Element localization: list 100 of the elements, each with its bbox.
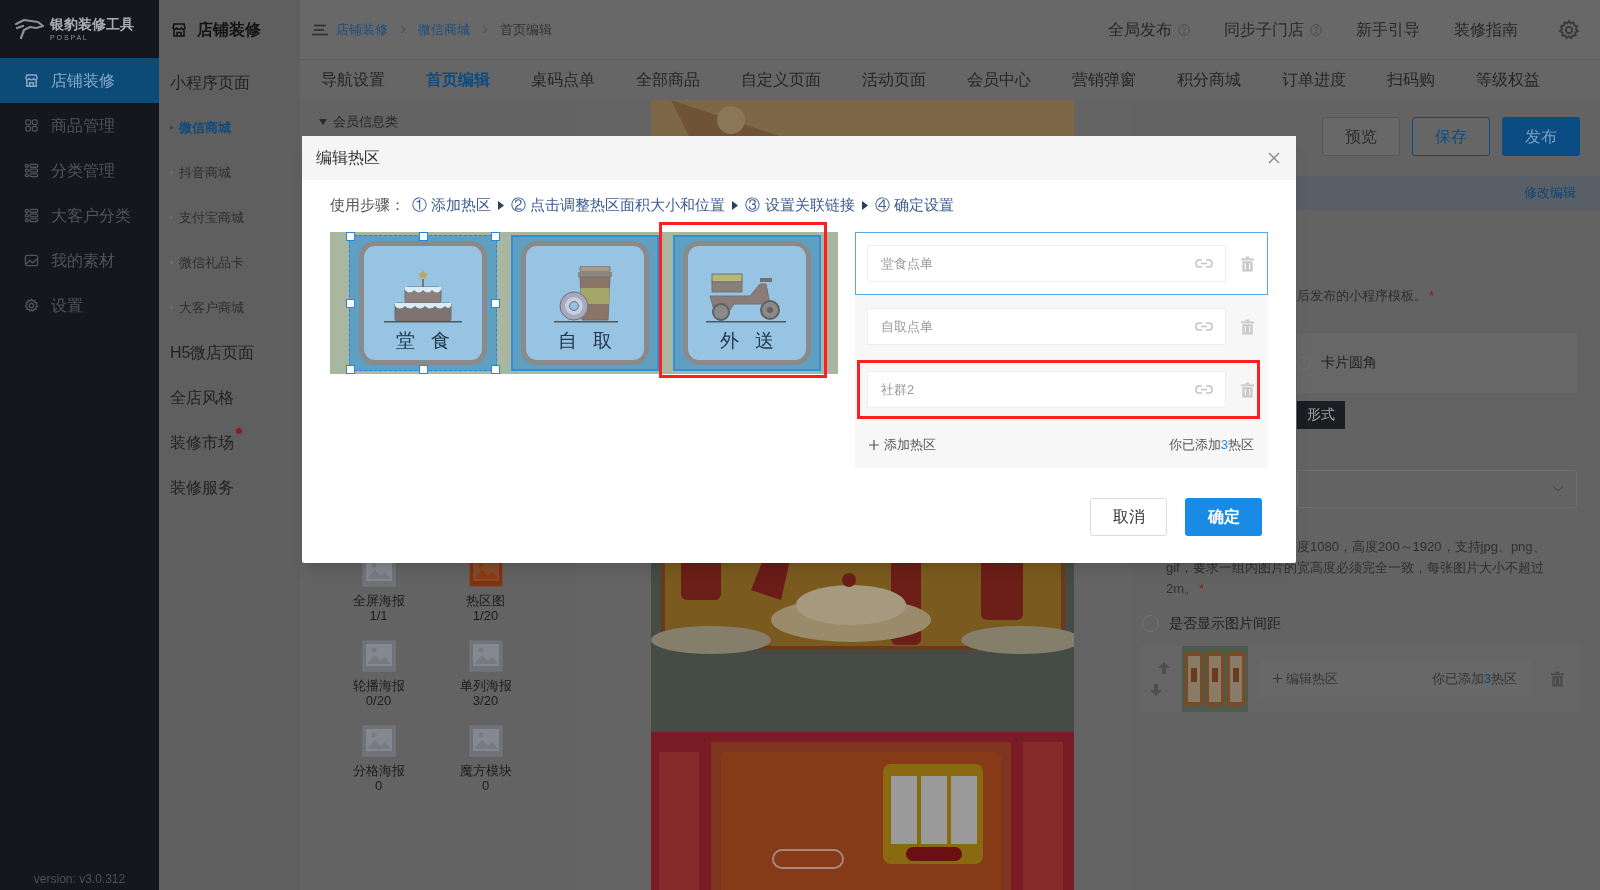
link-icon bbox=[1195, 385, 1213, 394]
step-text: ① 添加热区 bbox=[412, 194, 492, 215]
steps-label: 使用步骤： bbox=[330, 194, 405, 215]
option-label: 卡片圆角 bbox=[1321, 353, 1377, 372]
toolbar-button[interactable]: 发布 bbox=[1502, 117, 1580, 156]
component-name: 魔方模块 bbox=[459, 763, 512, 778]
component-count: 0/20 bbox=[365, 693, 392, 708]
component-count: 0 bbox=[374, 778, 383, 793]
dialog-button[interactable]: 确定 bbox=[1185, 498, 1262, 536]
store-icon bbox=[24, 73, 39, 88]
down-arrow-icon[interactable] bbox=[1150, 683, 1162, 696]
resize-handle[interactable] bbox=[346, 232, 355, 241]
trash-icon[interactable] bbox=[1551, 670, 1564, 687]
dropdown-field[interactable] bbox=[1297, 469, 1577, 508]
resize-handle[interactable] bbox=[346, 299, 355, 308]
resize-handle[interactable] bbox=[491, 232, 500, 241]
resize-handle[interactable] bbox=[491, 365, 500, 374]
link-icon bbox=[1195, 322, 1213, 331]
tab[interactable]: 扫码购 bbox=[1387, 68, 1435, 92]
tile-label: 堂 食 bbox=[396, 330, 450, 352]
header-link[interactable]: 全局发布 bbox=[1108, 17, 1172, 42]
hotspot-area[interactable]: 堂 食 bbox=[349, 235, 497, 371]
tab[interactable]: 积分商城 bbox=[1177, 68, 1241, 92]
subnav-item[interactable]: 小程序页面 bbox=[170, 70, 250, 95]
component-count: 1/1 bbox=[369, 608, 388, 623]
component-name: 单列海报 bbox=[459, 678, 512, 693]
component-count: 0 bbox=[481, 778, 490, 793]
tab[interactable]: 自定义页面 bbox=[741, 68, 821, 92]
plus-icon[interactable] bbox=[1273, 674, 1282, 683]
resize-handle[interactable] bbox=[419, 232, 428, 241]
tab[interactable]: 活动页面 bbox=[862, 68, 926, 92]
trash-icon[interactable] bbox=[1241, 255, 1254, 272]
resize-handle[interactable] bbox=[419, 365, 428, 374]
trash-icon[interactable] bbox=[1241, 381, 1254, 398]
sidebar-item[interactable]: 店铺装修 bbox=[0, 58, 159, 103]
section-title: 店铺装修 bbox=[197, 20, 261, 40]
up-arrow-icon[interactable] bbox=[1158, 661, 1170, 674]
subnav-item[interactable]: 装修市场 bbox=[170, 430, 234, 455]
tab[interactable]: 营销弹窗 bbox=[1072, 68, 1136, 92]
bullet-icon bbox=[170, 126, 173, 129]
sidebar-item[interactable]: 商品管理 bbox=[0, 103, 159, 148]
edit-link[interactable]: 修改编辑 bbox=[1524, 183, 1576, 203]
grid-icon bbox=[24, 118, 39, 133]
link-icon bbox=[1195, 259, 1213, 268]
sidebar-item[interactable]: 我的素材 bbox=[0, 238, 159, 283]
settings-icon bbox=[24, 298, 39, 313]
caret-right-icon bbox=[498, 200, 505, 210]
list-icon bbox=[24, 163, 39, 178]
component-name: 分格海报 bbox=[352, 763, 405, 778]
subnav-item[interactable]: 全店风格 bbox=[170, 385, 234, 410]
settings-icon[interactable] bbox=[1558, 18, 1580, 41]
option-label: 是否显示图片间距 bbox=[1169, 613, 1281, 633]
version-label: version: v3.0.312 bbox=[32, 871, 127, 888]
toolbar-button[interactable]: 预览 bbox=[1322, 117, 1400, 156]
help-icon[interactable] bbox=[1310, 23, 1322, 36]
tab[interactable]: 会员中心 bbox=[967, 68, 1031, 92]
leopard-logo-icon bbox=[14, 18, 44, 40]
header-link[interactable]: 同步子门店 bbox=[1224, 17, 1304, 42]
component-count: 3/20 bbox=[472, 693, 499, 708]
sidebar-item[interactable]: 设置 bbox=[0, 283, 159, 328]
subnav-subitem[interactable]: 微信商城 bbox=[179, 117, 231, 138]
store-icon bbox=[171, 22, 187, 38]
header-link[interactable]: 新手引导 bbox=[1356, 17, 1420, 42]
menu-icon[interactable] bbox=[312, 23, 328, 36]
component-name: 轮播海报 bbox=[352, 678, 405, 693]
close-icon[interactable] bbox=[1268, 152, 1280, 164]
trash-icon[interactable] bbox=[1241, 318, 1254, 335]
toolbar-button[interactable]: 保存 bbox=[1412, 117, 1490, 156]
image-icon bbox=[24, 253, 39, 268]
subnav-item[interactable]: 装修服务 bbox=[170, 475, 234, 500]
component-count: 1/20 bbox=[472, 608, 499, 623]
list-icon bbox=[24, 208, 39, 223]
component-name: 热区图 bbox=[466, 593, 505, 608]
chevron-icon bbox=[400, 25, 406, 34]
help-icon[interactable] bbox=[1178, 23, 1190, 36]
hotspot-area[interactable]: 自 取 bbox=[511, 235, 659, 371]
tab[interactable]: 等级权益 bbox=[1476, 68, 1540, 92]
sidebar-item[interactable]: 分类管理 bbox=[0, 148, 159, 193]
resize-handle[interactable] bbox=[346, 365, 355, 374]
breadcrumb-link[interactable]: 店铺装修 bbox=[336, 19, 388, 40]
resize-handle[interactable] bbox=[491, 299, 500, 308]
hotspot-count: 你已添加3热区 bbox=[1168, 435, 1254, 454]
breadcrumb-link[interactable]: 微信商城 bbox=[418, 19, 470, 40]
sidebar-item[interactable]: 大客户分类 bbox=[0, 193, 159, 238]
tab[interactable]: 首页编辑 bbox=[426, 68, 490, 92]
chevron-down-icon bbox=[1552, 485, 1564, 492]
subnav-item[interactable]: H5微店页面 bbox=[170, 340, 255, 365]
logo-name: 银豹装修工具 bbox=[50, 17, 134, 31]
chevron-icon bbox=[482, 25, 488, 34]
tab[interactable]: 订单进度 bbox=[1282, 68, 1346, 92]
tile-label: 自 取 bbox=[558, 330, 612, 352]
caret-icon[interactable] bbox=[319, 119, 327, 125]
component-name: 全屏海报 bbox=[352, 593, 405, 608]
dialog-title: 编辑热区 bbox=[316, 148, 380, 168]
tab[interactable]: 全部商品 bbox=[636, 68, 700, 92]
tab[interactable]: 导航设置 bbox=[321, 68, 385, 92]
header-link[interactable]: 装修指南 bbox=[1454, 17, 1518, 42]
style-tag: 形式 bbox=[1297, 400, 1345, 429]
tab[interactable]: 桌码点单 bbox=[531, 68, 595, 92]
dialog-button[interactable]: 取消 bbox=[1090, 498, 1167, 536]
